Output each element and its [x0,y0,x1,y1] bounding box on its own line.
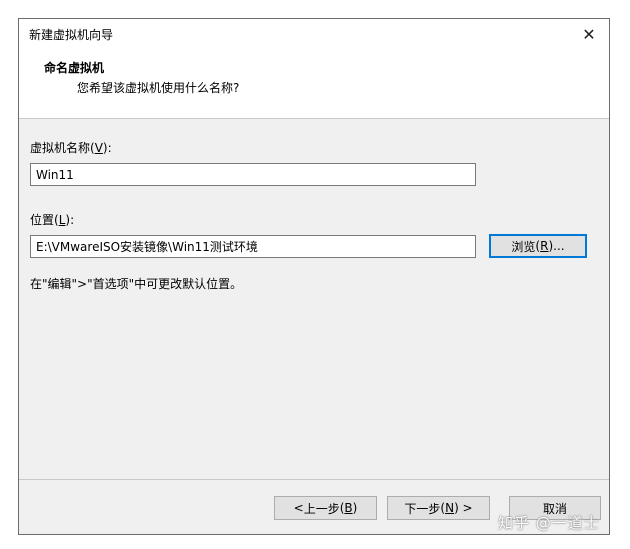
default-location-hint: 在"编辑">"首选项"中可更改默认位置。 [30,277,243,291]
page-subtitle: 您希望该虚拟机使用什么名称? [77,81,240,95]
location-input[interactable] [30,235,476,258]
back-button[interactable]: < 上一步(B) [274,496,377,520]
close-icon: ✕ [582,24,596,44]
location-label: 位置(L): [30,213,75,227]
page-title: 命名虚拟机 [44,61,105,75]
title-bar: 新建虚拟机向导 ✕ [19,19,609,49]
close-button[interactable]: ✕ [569,19,609,49]
window-title: 新建虚拟机向导 [29,28,114,42]
footer-divider [19,479,609,480]
vm-name-input[interactable] [30,163,476,186]
vm-name-label: 虚拟机名称(V): [30,141,112,155]
new-vm-wizard-window: 新建虚拟机向导 ✕ 命名虚拟机 您希望该虚拟机使用什么名称? 虚拟机名称(V):… [18,18,610,535]
watermark: 知乎 @一道士 [498,514,600,532]
browse-button[interactable]: 浏览(R)... [489,234,587,258]
wizard-header: 命名虚拟机 您希望该虚拟机使用什么名称? [19,49,609,119]
next-button[interactable]: 下一步(N) > [387,496,490,520]
